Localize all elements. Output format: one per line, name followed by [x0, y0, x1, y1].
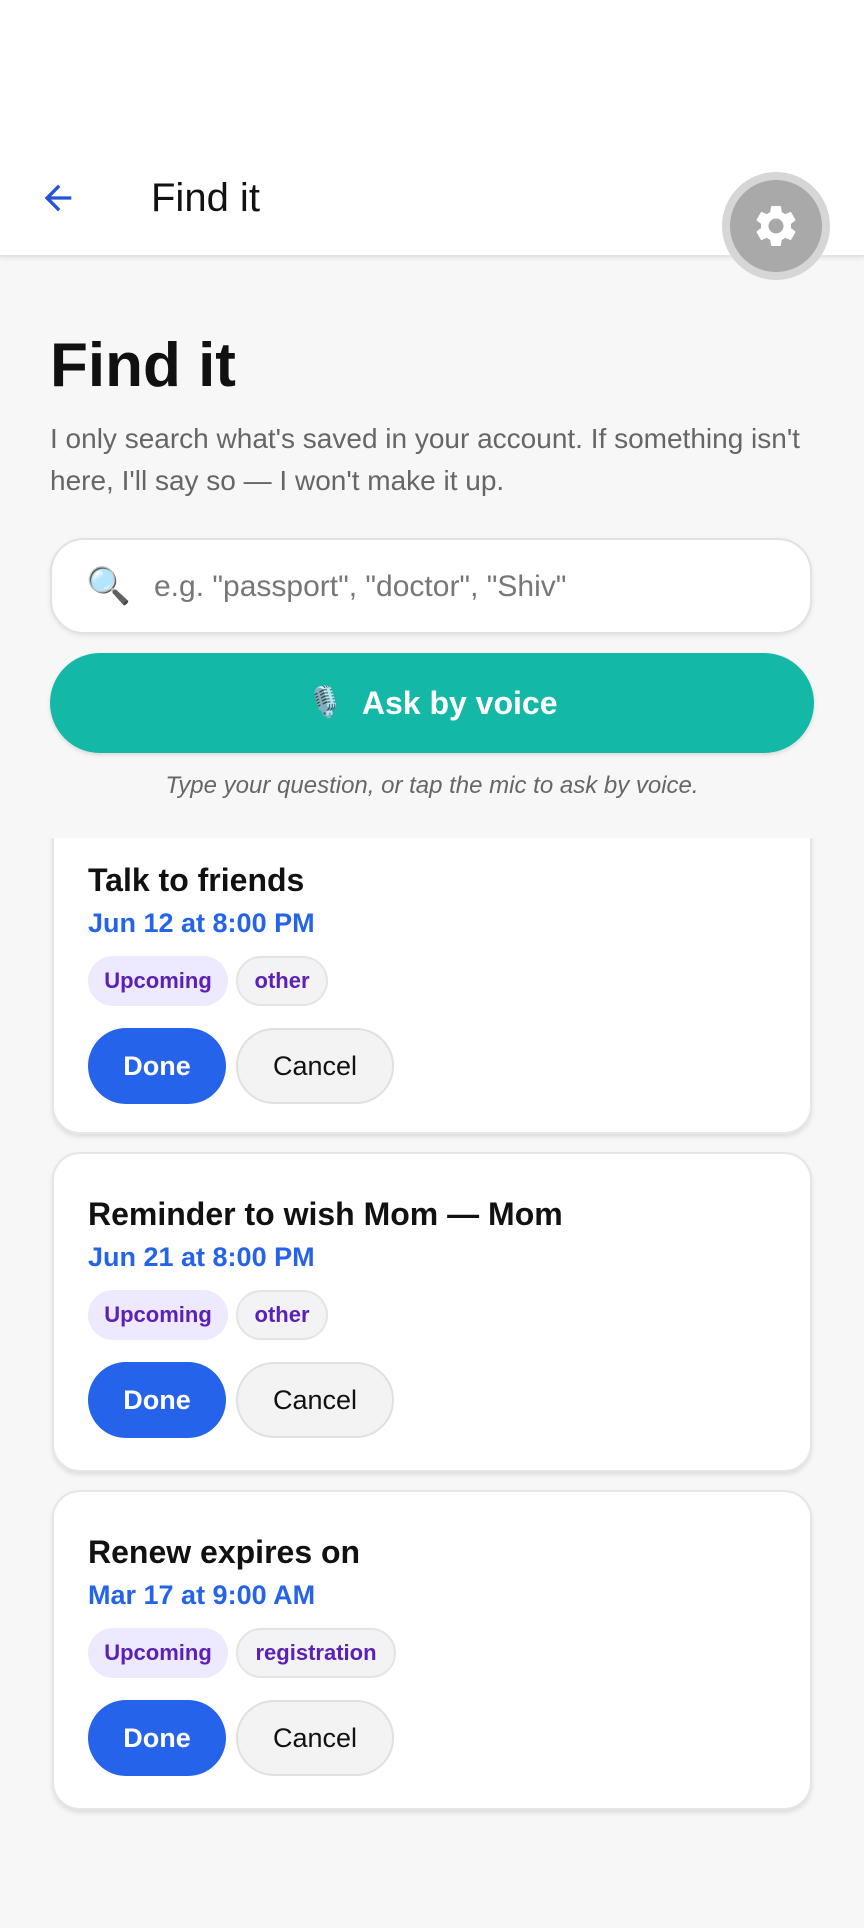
reminder-date: Jun 21 at 8:00 PM — [88, 1242, 315, 1272]
done-button[interactable]: Done — [88, 1362, 226, 1438]
microphone-icon: 🎙️ — [306, 686, 344, 719]
reminder-title: Talk to friends — [88, 862, 305, 898]
cancel-button[interactable]: Cancel — [236, 1362, 394, 1438]
done-button[interactable]: Done — [88, 1028, 226, 1104]
reminder-card: Talk to friends Jun 12 at 8:00 PM Upcomi… — [52, 838, 812, 1134]
search-input[interactable] — [152, 560, 776, 614]
status-badge: Upcoming — [88, 1628, 228, 1678]
search-icon: 🔍 — [86, 565, 131, 606]
reminder-title: Reminder to wish Mom — Mom — [88, 1196, 563, 1232]
reminder-date: Mar 17 at 9:00 AM — [88, 1580, 316, 1610]
reminder-title: Renew expires on — [88, 1534, 361, 1570]
page-title: Find it — [50, 331, 236, 400]
status-badge: Upcoming — [88, 956, 228, 1006]
intro-text: I only search what's saved in your accou… — [50, 423, 800, 496]
reminder-date: Jun 12 at 8:00 PM — [88, 908, 315, 938]
reminder-list[interactable]: Talk to friends Jun 12 at 8:00 PM Upcomi… — [0, 838, 864, 1928]
search-box[interactable]: 🔍 — [50, 538, 812, 634]
category-badge: other — [236, 1290, 328, 1340]
gear-icon — [756, 206, 796, 246]
arrow-left-icon — [44, 184, 72, 212]
settings-button[interactable] — [722, 172, 830, 280]
cancel-button[interactable]: Cancel — [236, 1028, 394, 1104]
done-button[interactable]: Done — [88, 1700, 226, 1776]
cancel-button[interactable]: Cancel — [236, 1700, 394, 1776]
status-bar-area — [0, 0, 864, 140]
back-button[interactable] — [30, 170, 86, 226]
category-badge: registration — [236, 1628, 396, 1678]
ask-by-voice-button[interactable]: 🎙️ Ask by voice — [50, 653, 814, 753]
settings-button-surface — [730, 180, 822, 272]
status-badge: Upcoming — [88, 1290, 228, 1340]
ask-by-voice-label: Ask by voice — [361, 684, 558, 721]
app-bar-title: Find it — [151, 176, 260, 220]
reminder-card: Reminder to wish Mom — Mom Jun 21 at 8:0… — [52, 1152, 812, 1472]
category-badge: other — [236, 956, 328, 1006]
voice-hint: Type your question, or tap the mic to as… — [165, 772, 699, 799]
reminder-card: Renew expires on Mar 17 at 9:00 AM Upcom… — [52, 1490, 812, 1810]
